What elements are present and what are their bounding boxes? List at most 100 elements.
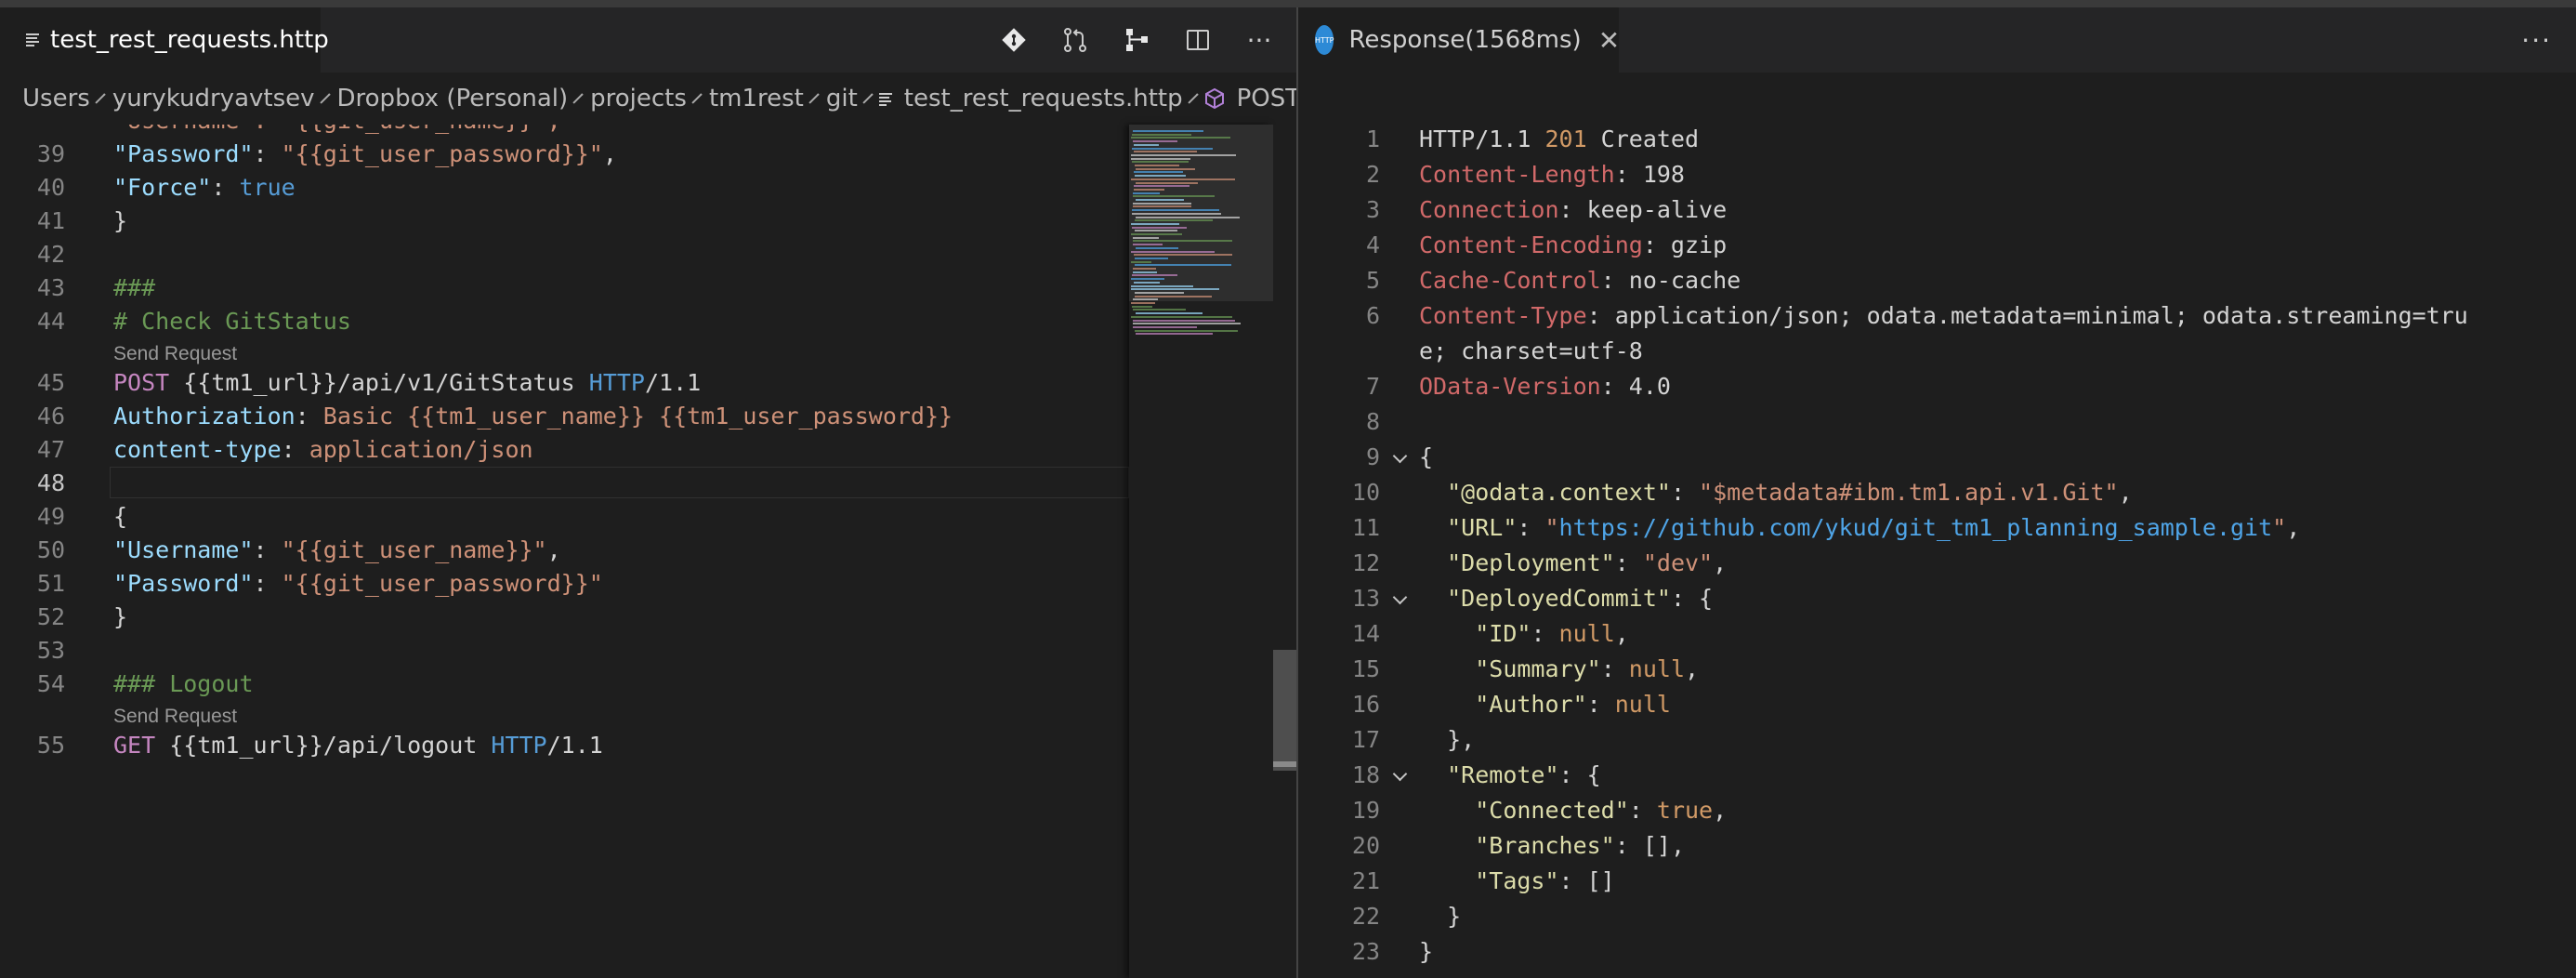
minimap-line [1133,268,1156,270]
response-token: "Author" [1475,691,1587,718]
tab-label: Response(1568ms) [1348,26,1582,54]
code-token: ### [113,274,156,301]
minimap-line [1135,230,1177,232]
minimap-line [1131,284,1193,287]
send-request-codelens[interactable]: Send Request [113,703,237,731]
pull-request-icon[interactable] [1057,21,1094,59]
code-line[interactable]: 44 # Check GitStatus [0,305,1129,338]
response-line[interactable]: 6 Content-Type: application/json; odata.m… [1298,298,2576,334]
more-actions-icon[interactable]: ··· [1241,21,1278,59]
code-editor[interactable]: "Username": "{{git_user_name}}", 39 "Passw… [0,125,1129,978]
response-viewer[interactable]: 1 HTTP/1.1 201 Created 2 Content-Length: 19… [1298,73,2576,978]
breadcrumb-file[interactable]: test_rest_requests.http [902,85,1185,112]
response-line[interactable]: 20 "Branches": [], [1298,828,2576,864]
response-line[interactable]: 7 OData-Version: 4.0 [1298,369,2576,404]
response-line[interactable]: 8 [1298,404,2576,440]
fold-chevron-icon[interactable] [1391,758,1412,793]
response-token: Content-Encoding [1419,231,1643,258]
response-token: } [1419,903,1462,930]
response-line[interactable]: 9{ [1298,440,2576,475]
code-line[interactable]: 50 "Username": "{{git_user_name}}", [0,534,1129,567]
code-line[interactable]: 39 "Password": "{{git_user_password}}", [0,138,1129,171]
code-line[interactable]: 54 ### Logout [0,667,1129,701]
response-text: "Connected": true, [1419,793,1727,828]
chevron-right-icon [319,93,331,104]
response-line[interactable]: 10 "@odata.context": "$metadata#ibm.tm1.… [1298,475,2576,510]
send-request-codelens[interactable]: Send Request [113,340,237,368]
code-token: POST [113,369,170,396]
breadcrumb-item[interactable]: Dropbox (Personal) [335,85,571,112]
code-token: /1.1 [644,369,702,396]
minimap-line [1133,140,1177,143]
source-control-graph-icon[interactable] [1118,21,1155,59]
line-number: 6 [1365,302,1380,329]
response-text: } [1419,899,1461,934]
code-line[interactable]: 47 content-type: application/json [0,433,1129,467]
response-line[interactable]: e; charset=utf-8 [1298,334,2576,369]
response-line[interactable]: 1 HTTP/1.1 201 Created [1298,122,2576,157]
vertical-scrollbar[interactable] [1273,125,1296,978]
response-token: : [] [1558,867,1615,894]
code-line[interactable]: 41} [0,205,1129,238]
split-editor-icon[interactable] [1179,21,1216,59]
response-line[interactable]: 19 "Connected": true, [1298,793,2576,828]
close-icon[interactable]: ✕ [1598,25,1620,56]
response-token: : { [1670,585,1714,612]
response-token: , [1685,655,1700,682]
response-line[interactable]: 22 } [1298,899,2576,934]
response-token: null [1628,655,1686,682]
response-text: Content-Length: 198 [1419,157,1685,192]
breadcrumb-item[interactable]: Users [20,85,92,112]
line-number: 4 [1365,231,1380,258]
breadcrumb-item[interactable]: git [824,85,860,112]
breadcrumb-item[interactable]: tm1rest [707,85,806,112]
code-line[interactable]: 42 [0,238,1129,271]
response-line[interactable]: 16 "Author": null [1298,687,2576,722]
response-line[interactable]: 11 "URL": "https://github.com/ykud/git_t… [1298,510,2576,546]
minimap-line [1131,278,1164,281]
code-line[interactable]: 48 [0,467,1129,500]
minimap-line [1134,171,1183,174]
code-line[interactable]: 43 ### [0,271,1129,305]
response-line[interactable]: 3 Connection: keep-alive [1298,192,2576,228]
more-actions-icon[interactable]: ··· [2521,7,2552,73]
response-token: : { [1558,761,1601,788]
git-compare-icon[interactable] [995,21,1032,59]
response-token: " [2272,514,2287,541]
response-line[interactable]: 14 "ID": null, [1298,616,2576,652]
fold-chevron-icon[interactable] [1391,581,1412,616]
response-line[interactable]: 13 "DeployedCommit": { [1298,581,2576,616]
response-line[interactable]: 4 Content-Encoding: gzip [1298,228,2576,263]
code-line[interactable]: 55 GET {{tm1_url}}/api/logout HTTP/1.1 [0,729,1129,762]
code-line[interactable]: 52} [0,601,1129,634]
minimap-line [1133,202,1191,205]
breadcrumb-item[interactable]: yurykudryavtsev [111,85,317,112]
code-line[interactable]: 51 "Password": "{{git_user_password}}" [0,567,1129,601]
response-line[interactable]: 12 "Deployment": "dev", [1298,546,2576,581]
code-text: POST {{tm1_url}}/api/v1/GitStatus HTTP/1… [113,366,701,400]
code-token: content-type [113,436,282,463]
tab-test-rest-requests[interactable]: test_rest_requests.http [0,7,329,73]
breadcrumb-symbol[interactable]: POST /ap [1235,85,1296,112]
code-line[interactable]: 53 [0,634,1129,667]
fold-chevron-icon[interactable] [1391,440,1412,475]
code-line[interactable]: 49 { [0,500,1129,534]
code-line[interactable]: 46 Authorization: Basic {{tm1_user_name}}… [0,400,1129,433]
response-line[interactable]: 2 Content-Length: 198 [1298,157,2576,192]
response-line[interactable]: 5 Cache-Control: no-cache [1298,263,2576,298]
rest-client-icon: HTTP [1315,25,1334,55]
response-line[interactable]: 15 "Summary": null, [1298,652,2576,687]
response-line[interactable]: 23} [1298,934,2576,970]
response-line[interactable]: 21 "Tags": [] [1298,864,2576,899]
minimap[interactable] [1129,125,1273,978]
breadcrumb-item[interactable]: projects [588,85,689,112]
response-line[interactable]: 18 "Remote": { [1298,758,2576,793]
tab-response[interactable]: HTTP Response(1568ms) ✕ [1298,7,1620,73]
code-line[interactable]: 40 "Force": true [0,171,1129,205]
scrollbar-thumb[interactable] [1273,650,1296,771]
code-token: "{{git_user_password}}" [281,140,603,167]
response-text: { [1419,440,1433,475]
response-token: "Deployment" [1447,549,1615,576]
code-line[interactable]: 45 POST {{tm1_url}}/api/v1/GitStatus HTTP… [0,366,1129,400]
response-line[interactable]: 17 }, [1298,722,2576,758]
